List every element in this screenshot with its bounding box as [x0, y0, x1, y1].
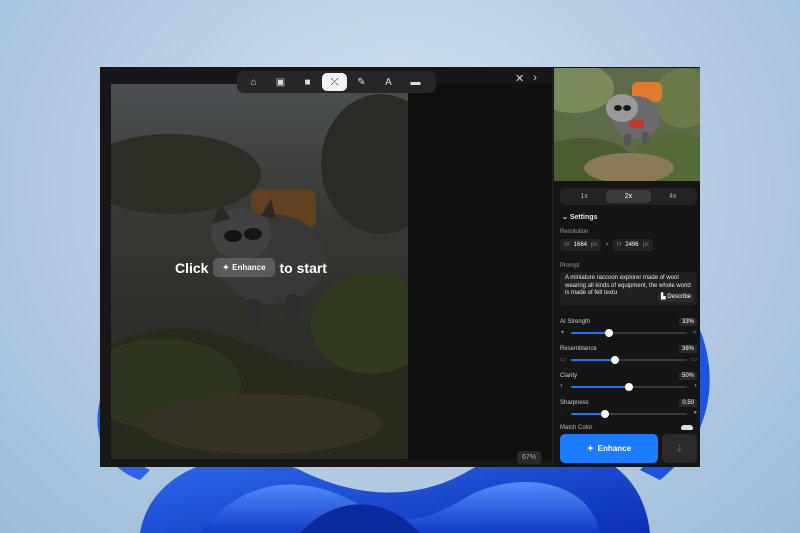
brush-icon[interactable]: ✎	[349, 73, 374, 91]
cta-enhance-button[interactable]: ✦ Enhance	[213, 258, 275, 277]
describe-icon: ▙	[661, 293, 666, 300]
prompt-textarea[interactable]: A miniature raccoon explorer made of woo…	[560, 272, 697, 305]
width-unit: px	[591, 242, 598, 248]
clarity-value[interactable]: 50%	[678, 372, 697, 380]
clarity-label: Clarity	[560, 373, 578, 379]
width-key: W	[564, 242, 570, 248]
close-icon[interactable]: ✕	[515, 72, 524, 85]
result-thumbnail[interactable]	[554, 68, 700, 181]
sparkle-icon: ✦	[222, 263, 230, 272]
prompt-label: Prompt	[560, 263, 580, 269]
download-icon: ⤓	[677, 443, 682, 454]
contrast-low-icon: ◐	[560, 383, 564, 389]
resemblance-value[interactable]: 38%	[678, 345, 697, 353]
times-symbol: ×	[605, 242, 609, 248]
upscale-factor-selector: 1x 2x 4x	[560, 188, 697, 205]
height-field[interactable]: H 2496 px	[612, 239, 653, 251]
sparkle-large-icon: ✧	[691, 330, 697, 336]
resemblance-label: Resemblance	[560, 346, 597, 352]
image-small-icon: ▭	[560, 357, 566, 363]
sharpness-value[interactable]: 0.50	[679, 399, 697, 407]
settings-header[interactable]: ⌄ Settings	[562, 213, 597, 221]
enhance-wand-icon[interactable]: ⤫	[322, 73, 347, 91]
cta-suffix-text: to start	[279, 259, 327, 276]
height-unit: px	[642, 242, 649, 248]
folder-icon[interactable]: ▬	[403, 73, 428, 91]
enhance-button-label: Enhance	[597, 444, 632, 453]
contrast-high-icon: ◑	[693, 383, 697, 389]
ai-strength-value[interactable]: 33%	[678, 318, 697, 326]
height-value: 2496	[625, 242, 639, 248]
settings-panel: 1x 2x 4x ⌄ Settings Resolution W 1664 px…	[552, 67, 700, 467]
enhance-button[interactable]: ✦ Enhance	[560, 434, 658, 463]
dot-small-icon: ·	[560, 410, 562, 416]
window-controls: ✕ ›	[515, 72, 537, 85]
zoom-level[interactable]: 67%	[517, 451, 542, 464]
dot-large-icon: ●	[693, 410, 697, 416]
download-button[interactable]: ⤓	[662, 434, 697, 463]
image-large-icon: ▭	[691, 357, 697, 363]
canvas-margin	[408, 84, 552, 459]
image-enhancer-window: ⌂ ▣ ■ ⤫ ✎ A ▬ ✕ › Click ✦ Enhance to sta…	[100, 67, 700, 467]
sparkle-icon: ✦	[586, 444, 594, 453]
clarity-knob[interactable]	[625, 383, 633, 391]
height-key: H	[616, 242, 622, 248]
chevron-right-icon[interactable]: ›	[533, 72, 537, 85]
cta-click-text: Click	[175, 259, 209, 276]
scale-1x-option[interactable]: 1x	[562, 190, 606, 203]
sparkle-small-icon: ✦	[560, 330, 566, 336]
home-icon[interactable]: ⌂	[241, 73, 266, 91]
canvas-area: ⌂ ▣ ■ ⤫ ✎ A ▬ ✕ › Click ✦ Enhance to sta…	[100, 67, 552, 467]
describe-label: Describe	[667, 293, 691, 300]
text-icon[interactable]: A	[376, 73, 401, 91]
sharpness-knob[interactable]	[600, 410, 609, 418]
resolution-label: Resolution	[560, 229, 589, 235]
scale-2x-option[interactable]: 2x	[606, 190, 651, 203]
scale-4x-option[interactable]: 4x	[651, 190, 695, 203]
cta-enhance-label: Enhance	[232, 263, 266, 272]
ai-strength-label: AI Strength	[560, 319, 591, 325]
settings-title: Settings	[569, 214, 598, 221]
width-value: 1664	[573, 242, 588, 248]
resolution-row: W 1664 px × H 2496 px	[560, 239, 653, 251]
start-prompt: Click ✦ Enhance to start	[175, 258, 327, 277]
chevron-down-icon: ⌄	[562, 214, 568, 221]
ai-strength-knob[interactable]	[605, 329, 614, 337]
width-field[interactable]: W 1664 px	[560, 239, 602, 251]
describe-button[interactable]: ▙ Describe	[658, 292, 694, 302]
mode-toolbar: ⌂ ▣ ■ ⤫ ✎ A ▬	[237, 71, 436, 93]
video-icon[interactable]: ■	[295, 73, 320, 91]
sharpness-label: Sharpness	[560, 400, 589, 406]
image-icon[interactable]: ▣	[268, 73, 293, 91]
resemblance-knob[interactable]	[611, 356, 620, 364]
